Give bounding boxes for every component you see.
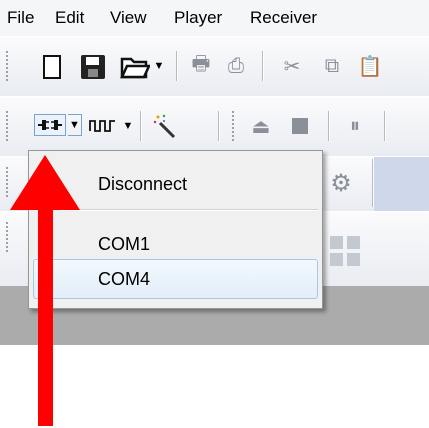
red-annotation-arrow bbox=[10, 155, 80, 426]
arrow-icon bbox=[10, 155, 80, 426]
